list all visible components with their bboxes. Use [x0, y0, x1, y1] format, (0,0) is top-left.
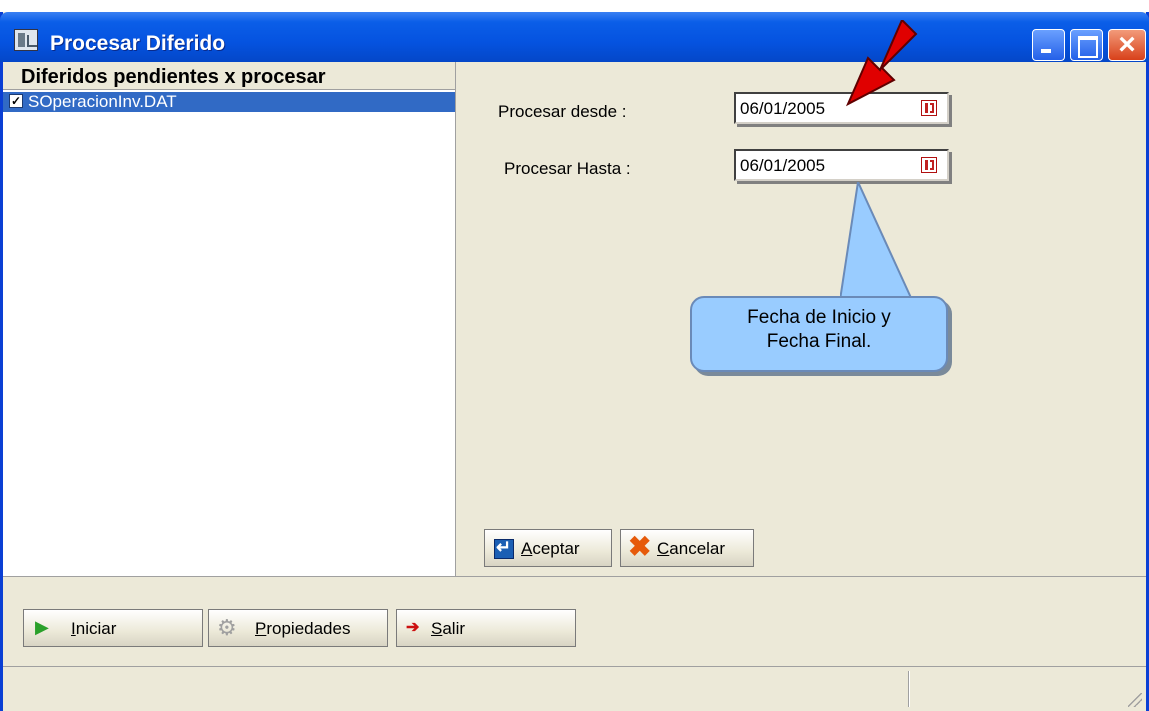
title-bar[interactable]: Procesar Diferido × — [0, 12, 1149, 62]
hasta-date-field[interactable]: 06/01/2005 — [734, 149, 949, 181]
minimize-button[interactable] — [1032, 29, 1065, 61]
cancelar-button[interactable]: ✖ Cancelar — [620, 529, 754, 567]
status-separator — [908, 671, 910, 707]
red-arrow-icon — [845, 20, 918, 107]
gear-icon: ⚙ — [217, 615, 237, 640]
hasta-date-value: 06/01/2005 — [740, 156, 826, 175]
aceptar-button[interactable]: Aceptar — [484, 529, 612, 567]
checkbox[interactable]: ✓ — [9, 94, 23, 108]
list-item-label: SOperacionInv.DAT — [28, 92, 177, 111]
iniciar-button[interactable]: ▶ Iniciar — [23, 609, 203, 647]
divider — [3, 576, 1146, 577]
cancel-x-icon: ✖ — [628, 531, 652, 562]
callout-pointer — [840, 182, 914, 301]
hasta-label: Procesar Hasta : — [504, 159, 631, 178]
app-icon — [14, 29, 38, 51]
calendar-icon[interactable] — [921, 157, 937, 173]
exit-door-icon: ➔ — [406, 619, 420, 636]
enter-icon — [494, 537, 514, 559]
list-header: Diferidos pendientes x procesar — [3, 62, 455, 90]
close-icon: × — [1118, 28, 1136, 61]
pending-list[interactable]: Diferidos pendientes x procesar ✓ SOpera… — [3, 62, 456, 576]
list-item[interactable]: ✓ SOperacionInv.DAT — [3, 92, 455, 112]
salir-button[interactable]: ➔ Salir — [396, 609, 576, 647]
resize-grip-icon[interactable] — [1128, 693, 1142, 707]
play-icon: ▶ — [35, 617, 49, 637]
callout-line1: Fecha de Inicio y — [747, 307, 891, 328]
callout-line2: Fecha Final. — [766, 331, 872, 352]
desde-date-value: 06/01/2005 — [740, 99, 826, 118]
status-bar — [3, 666, 1146, 711]
desde-label: Procesar desde : — [498, 102, 627, 121]
maximize-button[interactable] — [1070, 29, 1103, 61]
window-title: Procesar Diferido — [50, 32, 226, 55]
propiedades-button[interactable]: ⚙ Propiedades — [208, 609, 388, 647]
callout-tooltip: Fecha de Inicio y Fecha Final. — [690, 296, 948, 372]
close-button[interactable]: × — [1108, 28, 1146, 61]
